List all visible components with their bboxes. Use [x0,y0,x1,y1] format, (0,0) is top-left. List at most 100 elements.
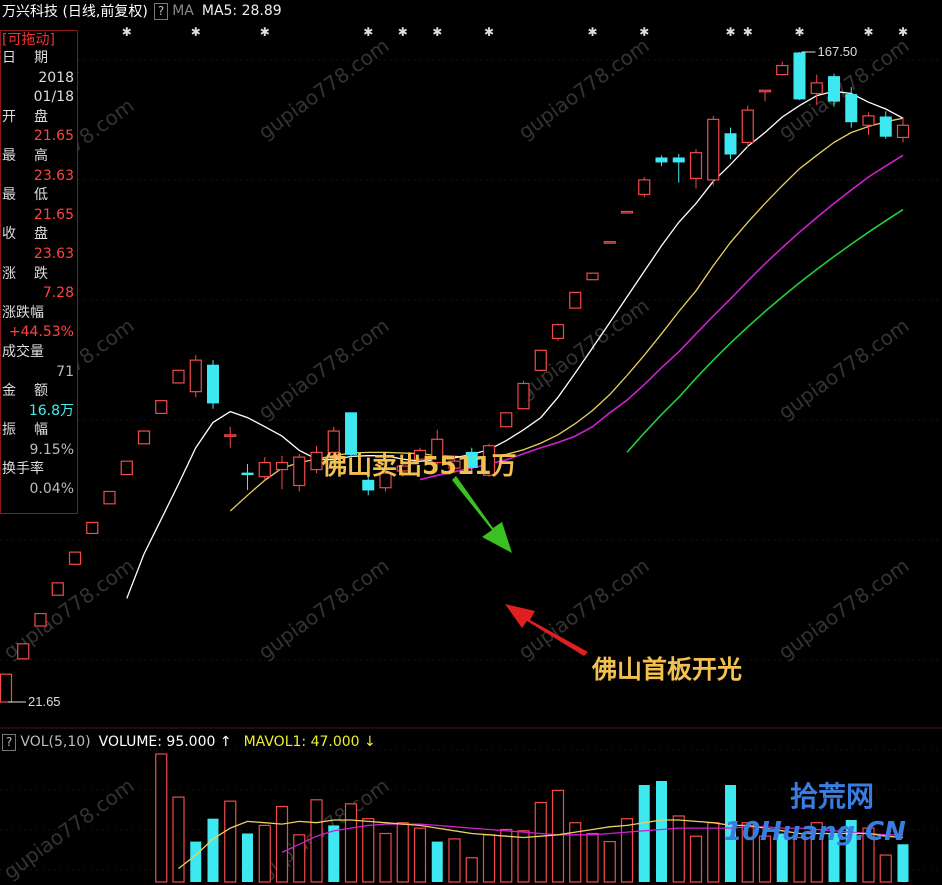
volume-help-icon[interactable]: ? [2,733,17,751]
event-star-icon: ✱ [432,25,442,39]
candle [293,453,306,492]
volume-bar [656,780,667,882]
watermark-text: gupiao778.com [514,33,654,144]
candle [776,61,789,76]
green-arrow-icon [452,476,512,553]
candle-body [310,451,323,471]
candle [689,148,703,189]
event-markers: ✱✱✱✱✱✱✱✱✱✱✱✱✱✱✱✱✱✱✱✱✱ [122,25,908,39]
volume-bar [517,830,530,883]
ma20-line [419,154,904,481]
low-price-label: 21.65 [28,694,61,709]
event-star-icon: ✱ [725,25,735,39]
volume-bar [534,801,547,883]
ma-lines [126,90,904,599]
candle [155,400,168,415]
volume-bar [672,815,685,883]
info-value: 9.15% [29,441,74,458]
volume-bar [172,796,185,883]
candle-body [103,490,116,505]
volume-bar [379,832,392,883]
event-star-icon: ✱ [191,25,201,39]
candle-body [517,382,530,410]
watermark-text: gupiao778.com [0,773,139,884]
volume-bar [638,784,650,882]
annotation-first-board: 佛山首板开光 [592,655,743,684]
candle-body [810,82,823,95]
candle [207,360,219,409]
volume-bar [413,827,427,883]
ma5-line [126,90,904,599]
info-label: 收盘 [2,226,66,243]
volume-bar [620,818,634,883]
candle-body [638,179,651,195]
candle-body [155,400,168,415]
candle-body [17,643,30,660]
candle-body [34,612,47,627]
event-star-icon: ✱ [743,25,753,39]
info-value: 71 [56,363,74,380]
info-label: 换手率 [2,461,44,478]
candle-body [137,430,151,445]
candle-body [672,157,685,163]
info-label: 最低 [2,187,66,204]
candle [758,89,772,102]
event-star-icon: ✱ [484,25,494,39]
info-label: 成交量 [2,343,44,360]
info-value: 21.65 [33,206,74,223]
info-value: 7.28 [42,285,74,302]
candle-body [776,64,789,76]
candle [569,291,582,309]
info-label: 日期 [2,50,66,66]
candle [620,210,634,214]
volume-bar [362,818,375,883]
candle-body [620,210,634,214]
candle [68,551,82,565]
mavol-value: MAVOL1: 47.000 ↓ [243,734,376,750]
candle [172,369,185,384]
info-label: 金额 [2,383,66,400]
candle-body [707,118,720,181]
event-star-icon: ✱ [863,25,873,39]
candle-body [879,116,892,137]
candle [879,111,892,139]
candle [724,127,737,160]
candle-body [724,133,737,155]
candle-body [207,364,219,404]
volume-bar [396,822,409,883]
candle [586,272,599,281]
chart-canvas: gupiao778.com gupiao778.com gupiao778.com g… [0,25,942,884]
volume-bar [344,803,358,883]
info-value: 16.8万 [28,402,74,419]
info-label: 涨跌 [2,265,66,282]
info-panel[interactable]: [可拖动] 日期 2018 01/18 开盘 21.65 最高 23.63 最低 21.65 收盘… [0,30,78,514]
candle [86,521,99,535]
volume-indicator-label[interactable]: VOL(5,10) [20,734,90,750]
candle-body [68,551,82,565]
candle-body [569,291,582,309]
event-star-icon: ✱ [398,25,408,39]
volume-bar [190,841,202,882]
candle [17,643,30,660]
candle [896,117,910,143]
candle [603,241,616,244]
volume-bar [465,857,478,883]
candle [137,430,151,445]
volume-bar [603,840,616,883]
info-value: 2018 [38,69,74,86]
site-logo: 拾荒网 10Huang.CN [724,780,906,847]
candle-body [741,109,754,144]
volume-bar [500,828,513,883]
volume-bar [448,838,461,883]
help-icon[interactable]: ? [153,2,169,20]
volume-bar [586,832,599,883]
candle [517,380,530,410]
watermark-text: gupiao778.com [514,553,654,664]
ma-label[interactable]: MA [172,3,194,19]
panel-drag-handle[interactable]: [可拖动] [1,31,77,49]
volume-bar [431,841,443,882]
candle-body [845,94,858,123]
event-star-icon: ✱ [898,25,908,39]
info-label: 最高 [2,147,66,164]
candle-body [172,369,185,384]
